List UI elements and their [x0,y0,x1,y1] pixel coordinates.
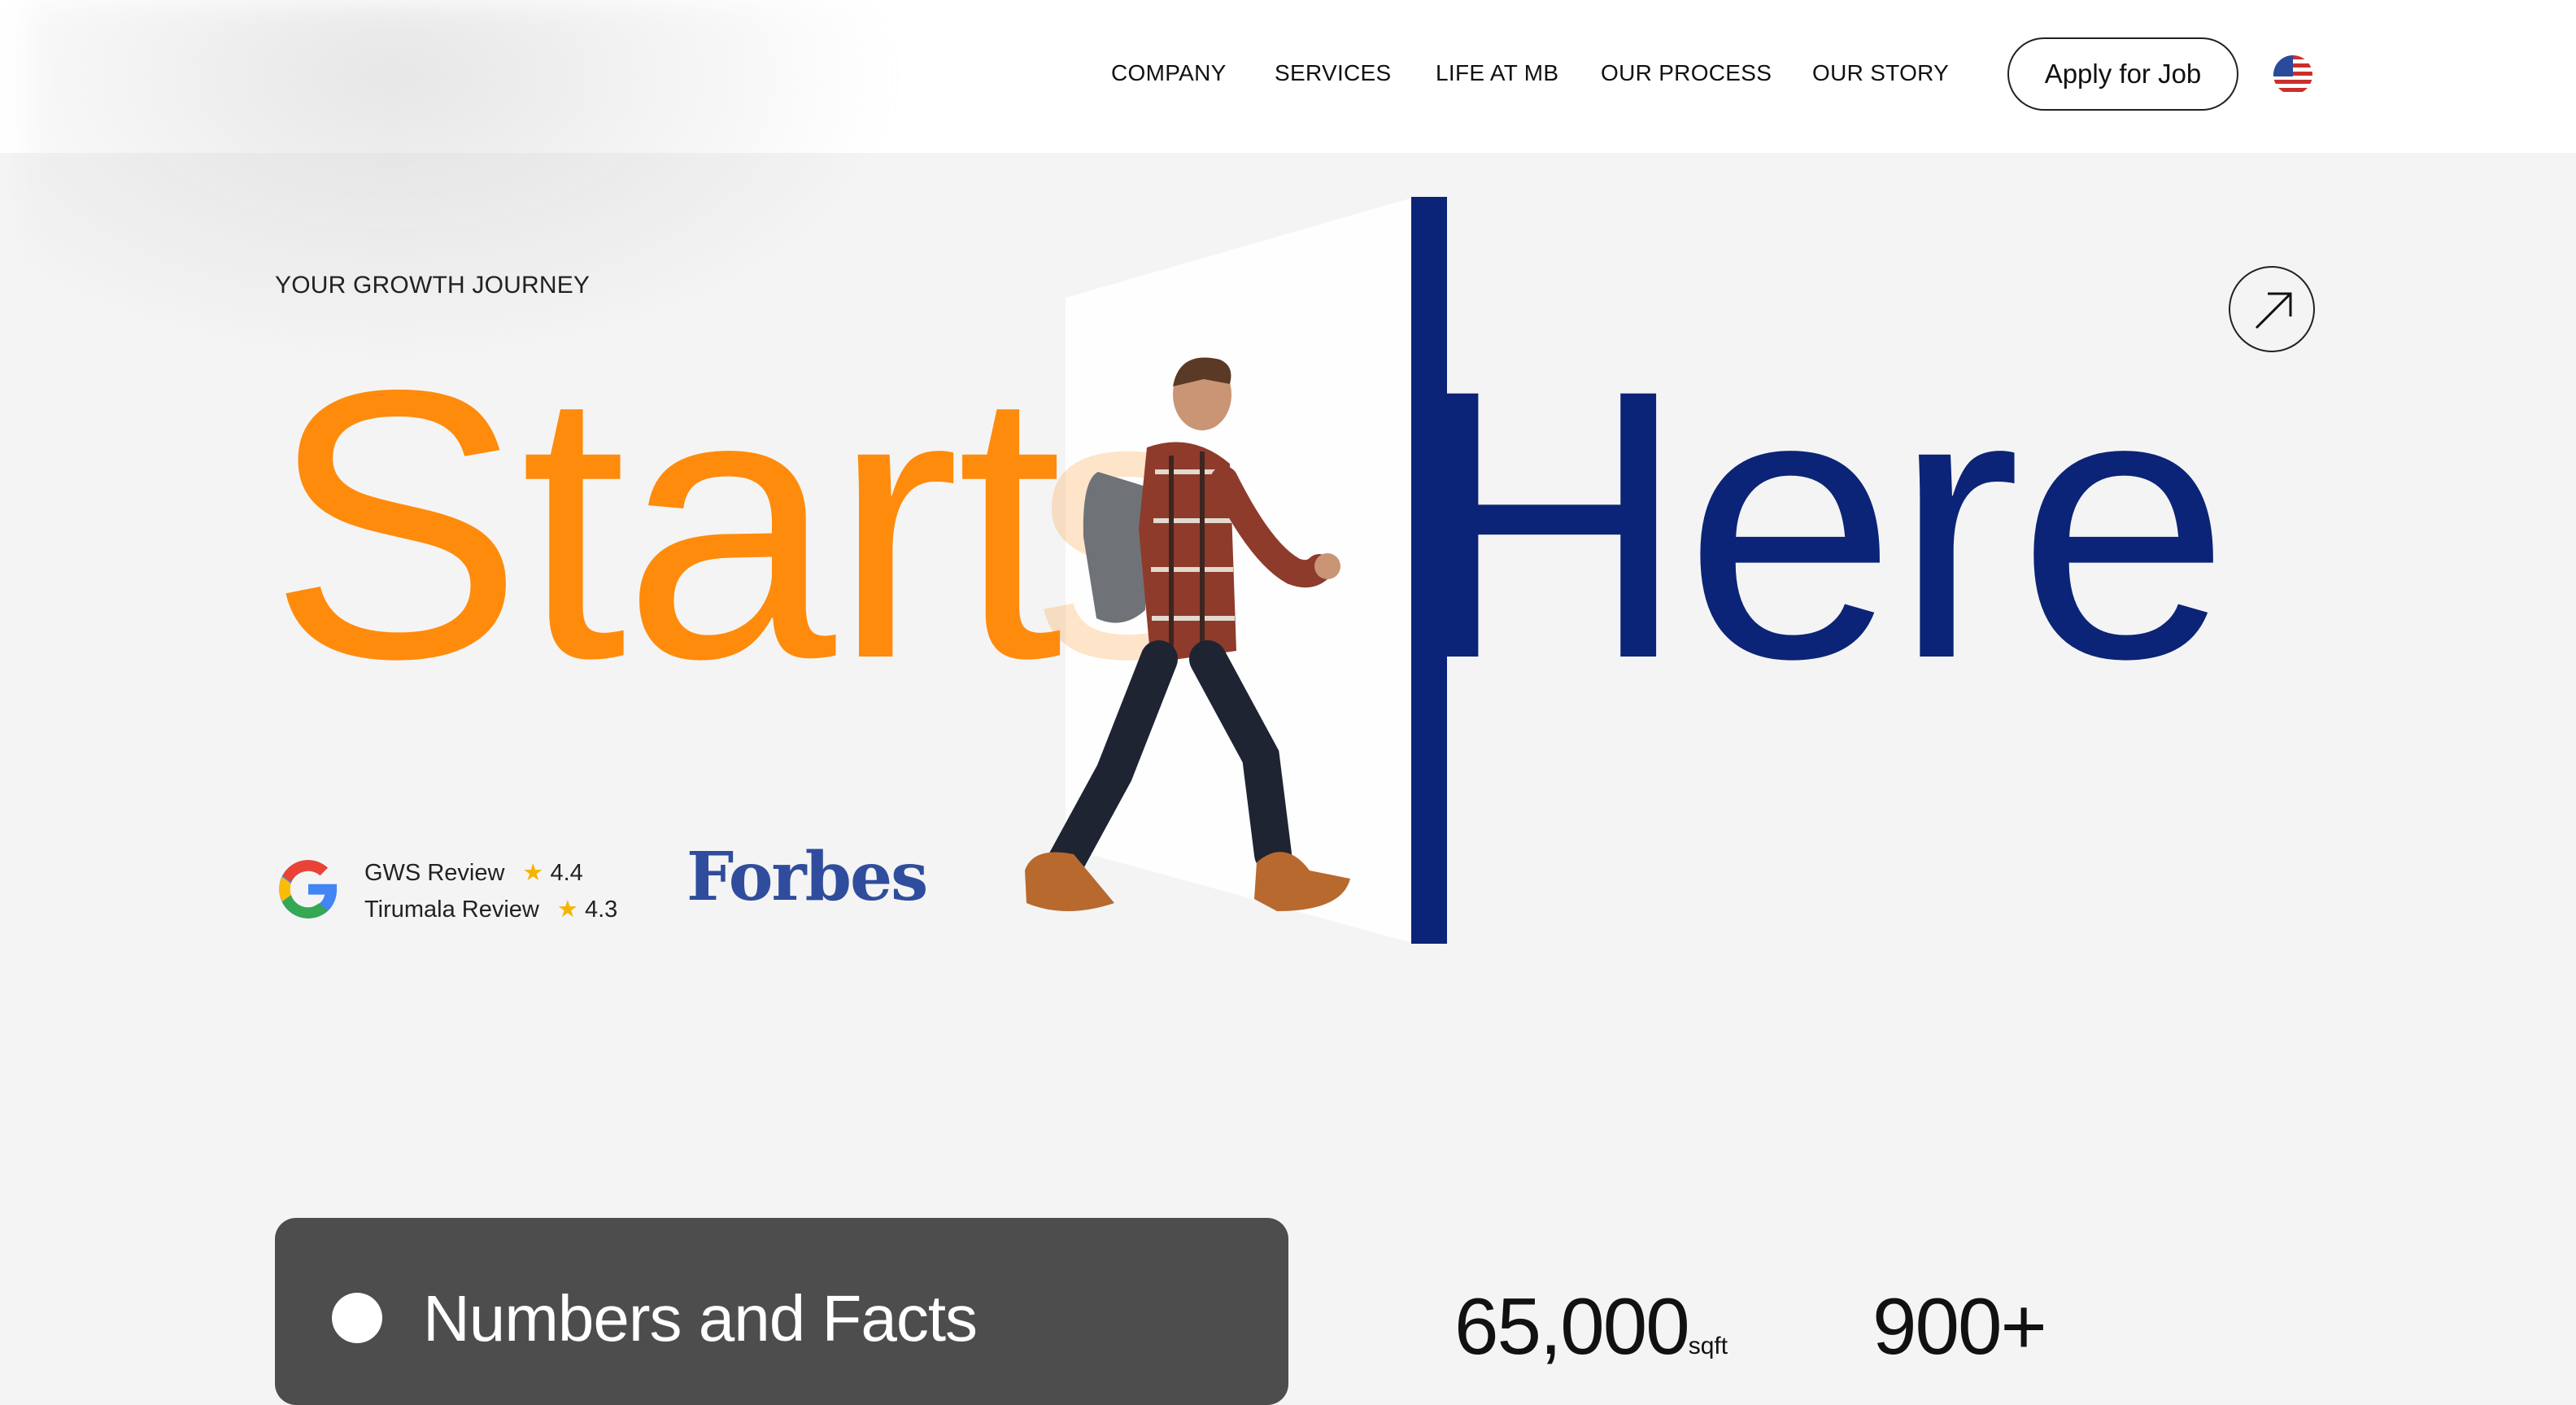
forbes-logo: Forbes [686,838,928,916]
arrow-link-button[interactable] [2229,266,2315,352]
star-icon: ★ [522,860,544,886]
arrow-up-right-icon [2255,292,2292,329]
hero-word-start: Start [268,311,1063,738]
stat-area: 65,000sqft [1454,1281,1728,1372]
review-gws-rating: 4.4 [550,860,583,886]
google-icon [279,860,338,918]
walking-student-image [1025,357,1350,911]
numbers-facts-title: Numbers and Facts [423,1282,978,1355]
stat-area-unit: sqft [1688,1333,1728,1359]
us-flag-icon[interactable] [2273,55,2312,94]
nav-life-at-mb[interactable]: LIFE AT MB [1436,60,1558,86]
review-tirumala-rating: 4.3 [584,897,618,923]
hero-eyebrow: YOUR GROWTH JOURNEY [275,272,591,299]
hero-word-here: Here [1411,311,2230,738]
stat-count-value: 900+ [1872,1281,2047,1371]
review-gws-label: GWS Review [364,860,505,886]
door-frame-bar [1411,197,1447,944]
review-tirumala-label: Tirumala Review [364,897,539,923]
site-header: COMPANY SERVICES LIFE AT MB OUR PROCESS … [0,0,2576,382]
apply-for-job-button[interactable]: Apply for Job [2007,37,2238,111]
stat-count: 900+ [1872,1281,2047,1372]
flag-canton [2273,55,2293,76]
nav-company[interactable]: COMPANY [1111,60,1227,86]
star-icon: ★ [556,897,578,923]
stat-area-value: 65,000 [1454,1281,1690,1371]
nav-our-process[interactable]: OUR PROCESS [1601,60,1772,86]
nav-services[interactable]: SERVICES [1275,60,1392,86]
review-tirumala: Tirumala Review ★ 4.3 [364,895,617,923]
nav-our-story[interactable]: OUR STORY [1812,60,1949,86]
bullet-dot-icon [332,1293,382,1343]
review-gws: GWS Review ★ 4.4 [364,858,583,887]
numbers-facts-card: Numbers and Facts [275,1218,1288,1405]
